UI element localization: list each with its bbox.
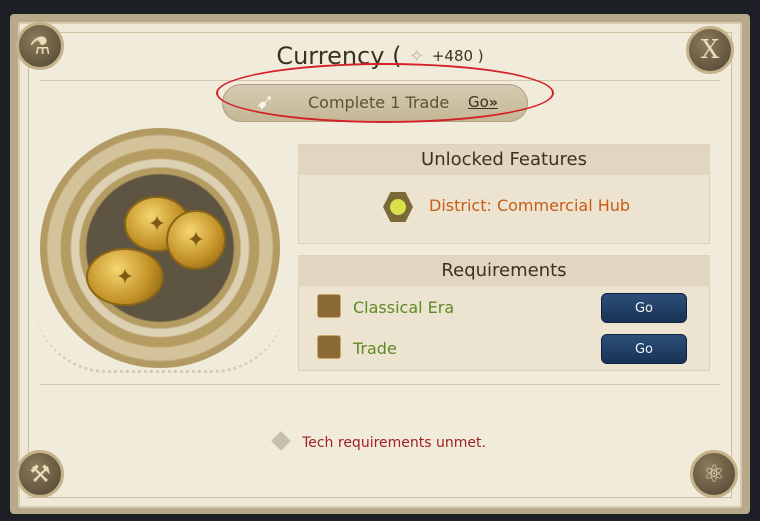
warning-icon: [271, 431, 291, 451]
coin-icon: [166, 210, 226, 270]
unlocked-feature-label: District: Commercial Hub: [429, 196, 631, 215]
coin-icon: [86, 248, 164, 306]
requirement-item: Trade: [317, 334, 397, 364]
title-amount: +480 ): [431, 47, 484, 65]
unlocked-features-section: Unlocked Features District: Commercial H…: [298, 144, 710, 244]
requirement-item: Classical Era: [317, 293, 454, 323]
requirements-heading: Requirements: [299, 256, 709, 286]
tools-icon: ⚒: [16, 450, 64, 498]
district-icon: [383, 192, 413, 222]
requirement-label: Trade: [353, 339, 397, 358]
atom-icon: ⚛: [690, 450, 738, 498]
requirement-go-button[interactable]: Go: [601, 293, 687, 323]
warning-message: Tech requirements unmet.: [0, 431, 760, 451]
requirement-label: Classical Era: [353, 298, 455, 317]
unlocked-features-heading: Unlocked Features: [299, 145, 709, 175]
era-icon: [317, 294, 341, 318]
requirement-go-button[interactable]: Go: [601, 334, 687, 364]
highlight-ellipse: [216, 63, 554, 123]
trade-icon: [317, 335, 341, 359]
warning-text: Tech requirements unmet.: [302, 435, 486, 451]
requirements-section: Requirements Classical Era Go Trade Go: [298, 255, 710, 371]
bottom-divider: [40, 384, 720, 385]
